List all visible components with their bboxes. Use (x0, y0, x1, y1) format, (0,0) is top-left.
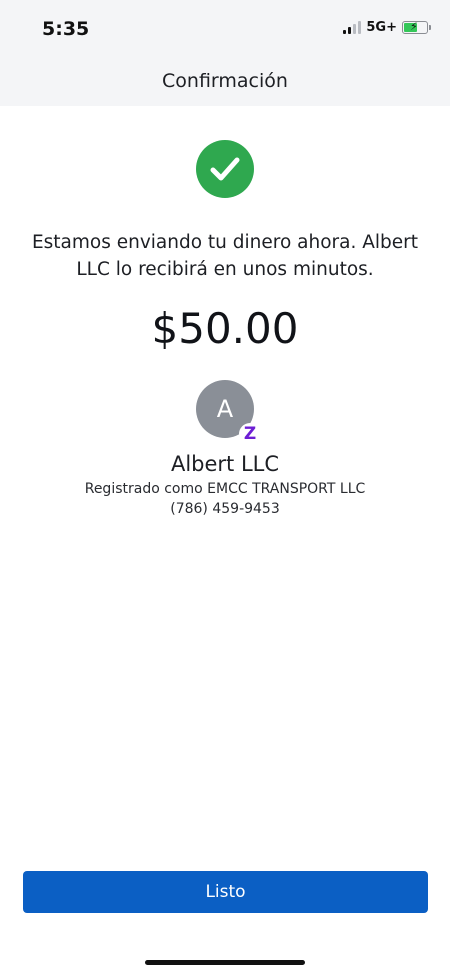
page-title: Confirmación (162, 70, 288, 92)
charging-bolt-icon: ⚡ (410, 21, 418, 33)
battery-icon: ⚡ (402, 21, 431, 34)
done-button[interactable]: Listo (23, 871, 428, 913)
amount-sent: $50.00 (151, 304, 299, 353)
home-indicator[interactable] (145, 960, 305, 965)
registered-as-text: Registrado como EMCC TRANSPORT LLC (84, 481, 366, 497)
status-icons: 5G+ ⚡ (343, 20, 431, 35)
status-bar: 5:35 5G+ ⚡ (0, 0, 450, 56)
zelle-icon: Z (239, 423, 261, 445)
checkmark-icon (210, 157, 240, 181)
recipient-phone: (786) 459-9453 (170, 501, 280, 517)
status-time: 5:35 (42, 18, 90, 40)
recipient-name: Albert LLC (170, 452, 280, 476)
confirmation-message: Estamos enviando tu dinero ahora. Albert… (31, 232, 419, 280)
check-circle-icon (196, 140, 254, 198)
avatar-initial: A (216, 395, 234, 423)
nav-bar: Confirmación (0, 56, 450, 106)
signal-icon (343, 21, 362, 34)
network-label: 5G+ (366, 20, 397, 35)
